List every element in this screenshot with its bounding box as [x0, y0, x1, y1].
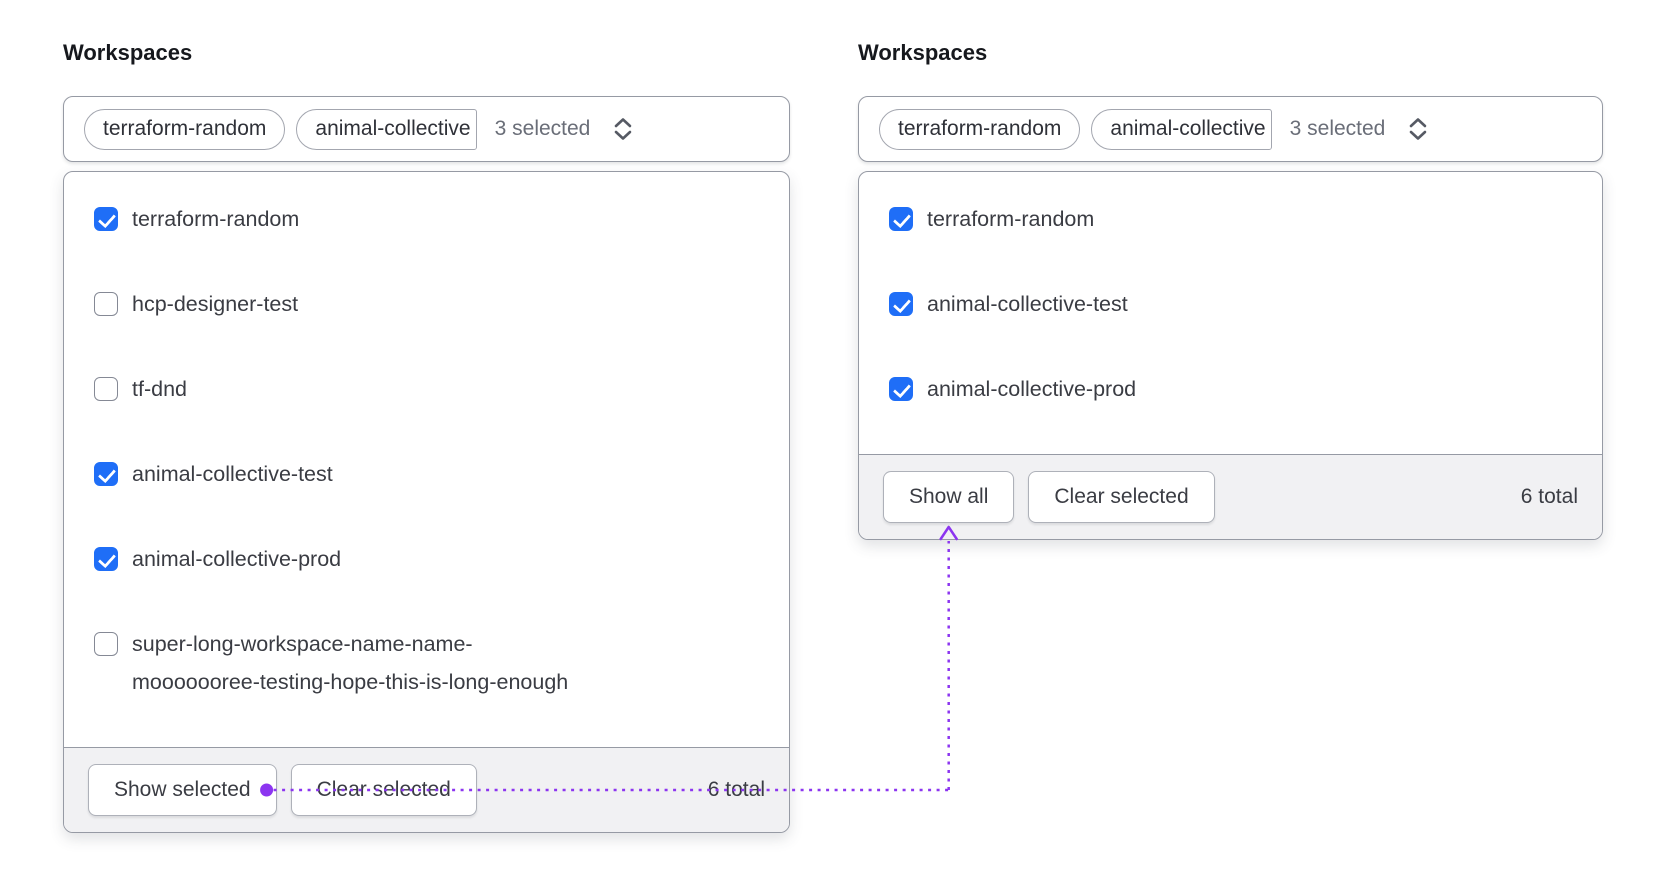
- workspace-option[interactable]: tf-dnd: [94, 370, 759, 408]
- workspace-option-label: animal-collective-test: [132, 462, 333, 486]
- selected-tag[interactable]: terraform-random: [879, 108, 1081, 150]
- checkbox[interactable]: [889, 207, 913, 231]
- workspace-option-label: tf-dnd: [132, 377, 187, 401]
- selected-tag-truncated[interactable]: animal-collective: [1091, 108, 1272, 150]
- field-label: Workspaces: [63, 40, 193, 65]
- workspace-option-label: terraform-random: [927, 207, 1095, 231]
- checkbox[interactable]: [94, 292, 118, 316]
- checkbox[interactable]: [94, 547, 118, 571]
- chevron-up-down-icon: [1410, 118, 1427, 140]
- dropdown-footer: Show selected Clear selected 6 total: [64, 747, 789, 832]
- workspace-option-label: super-long-workspace-name-name-moooooore…: [132, 632, 569, 694]
- dropdown-panel: terraform-random animal-collective-test …: [858, 171, 1603, 540]
- workspace-option[interactable]: animal-collective-test: [889, 285, 1572, 323]
- dropdown-footer: Show all Clear selected 6 total: [859, 454, 1602, 539]
- selected-tag[interactable]: terraform-random: [84, 108, 286, 150]
- field-label: Workspaces: [858, 40, 988, 65]
- show-selected-button[interactable]: Show selected: [88, 764, 277, 816]
- chevron-up-down-icon: [615, 118, 632, 140]
- workspace-option[interactable]: super-long-workspace-name-name-moooooore…: [94, 625, 759, 701]
- workspace-option[interactable]: hcp-designer-test: [94, 285, 759, 323]
- checkbox[interactable]: [94, 632, 118, 656]
- multiselect-trigger[interactable]: terraform-random animal-collective 3 sel…: [858, 96, 1603, 162]
- options-list: terraform-random animal-collective-test …: [859, 172, 1602, 454]
- workspace-option-label: hcp-designer-test: [132, 292, 299, 316]
- total-count-label: 6 total: [707, 778, 765, 801]
- workspace-option-label: animal-collective-prod: [927, 377, 1137, 401]
- total-count-label: 6 total: [1520, 485, 1578, 508]
- workspace-option[interactable]: animal-collective-prod: [889, 370, 1572, 408]
- workspaces-multiselect-right: Workspaces terraform-random animal-colle…: [858, 40, 1603, 540]
- options-list: terraform-random hcp-designer-test tf-dn…: [64, 172, 789, 747]
- workspace-option[interactable]: terraform-random: [94, 200, 759, 238]
- checkbox[interactable]: [889, 377, 913, 401]
- checkbox[interactable]: [94, 462, 118, 486]
- show-all-button[interactable]: Show all: [883, 471, 1015, 523]
- workspace-option-label: animal-collective-test: [927, 292, 1128, 316]
- clear-selected-button[interactable]: Clear selected: [290, 764, 477, 816]
- checkbox[interactable]: [94, 377, 118, 401]
- checkbox[interactable]: [889, 292, 913, 316]
- workspace-option[interactable]: terraform-random: [889, 200, 1572, 238]
- selected-count-label: 3 selected: [1289, 117, 1386, 140]
- selected-tag-truncated[interactable]: animal-collective: [296, 108, 477, 150]
- workspace-option[interactable]: animal-collective-prod: [94, 540, 759, 578]
- workspace-option[interactable]: animal-collective-test: [94, 455, 759, 493]
- workspace-option-label: terraform-random: [132, 207, 300, 231]
- checkbox[interactable]: [94, 207, 118, 231]
- multiselect-trigger[interactable]: terraform-random animal-collective 3 sel…: [63, 96, 790, 162]
- workspaces-multiselect-left: Workspaces terraform-random animal-colle…: [63, 40, 790, 833]
- workspace-option-label: animal-collective-prod: [132, 547, 342, 571]
- selected-count-label: 3 selected: [494, 117, 591, 140]
- dropdown-panel: terraform-random hcp-designer-test tf-dn…: [63, 171, 790, 833]
- clear-selected-button[interactable]: Clear selected: [1028, 471, 1215, 523]
- screenshot-canvas: Workspaces terraform-random animal-colle…: [0, 0, 1672, 892]
